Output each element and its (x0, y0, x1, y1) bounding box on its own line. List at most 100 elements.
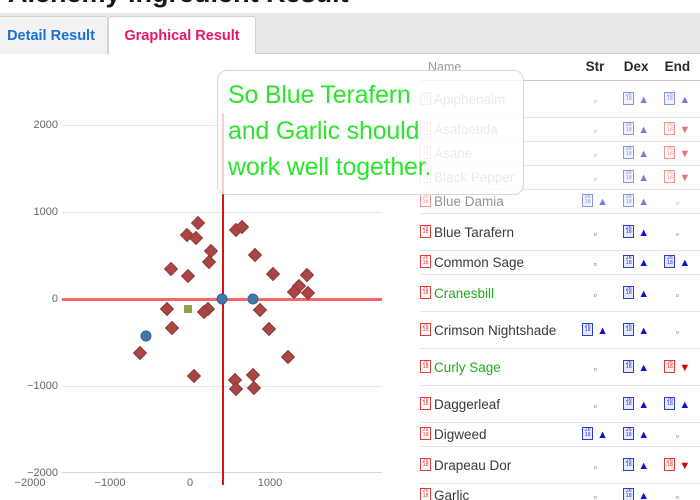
chart-point-herb[interactable] (246, 380, 262, 395)
stat-glyph-box-icon: 26 18 (623, 122, 635, 135)
chart-point-herb[interactable] (247, 247, 262, 262)
stat-glyph-box-icon: 26 18 (623, 359, 635, 373)
chart-point-herb[interactable] (299, 267, 314, 282)
ingredient-name-label: Blue Tarafern (434, 224, 515, 240)
chart-point-herb[interactable] (133, 345, 148, 361)
stat-down-arrow-icon: ▼ (679, 172, 691, 184)
tab-graphical-result[interactable]: Graphical Result (108, 16, 256, 54)
chart-point-herb[interactable] (180, 268, 195, 283)
table-row[interactable]: 2618Cranesbill▫2618▲▫2618▼ (420, 274, 700, 312)
ingredient-icon: 26 18 (420, 91, 431, 105)
ingredient-name-cell[interactable]: 26 18 Drapeau Dor (420, 446, 575, 484)
table-row[interactable]: 2618Curly Sage▫2618▲2618▼2618▼ (420, 348, 700, 386)
stat-cell: 2618▼ (656, 165, 698, 190)
graphical-result-chart[interactable]: 200010000−1000−2000−2000−100001000 Plain… (0, 55, 420, 500)
stat-up-arrow-icon: ▲ (638, 196, 650, 208)
ingredient-name-cell[interactable]: 26 18 Garlic (420, 483, 575, 500)
stat-cell: 2618▲ (615, 165, 657, 190)
stat-cell: ▫ (574, 446, 616, 484)
chart-point-herb[interactable] (190, 216, 206, 231)
ingredient-name-cell[interactable]: 26 18 Asafoetida (420, 117, 575, 142)
table-row[interactable]: 2618Garlic▫2618▲▫▫ (420, 483, 700, 500)
stat-glyph-box-icon: 26 18 (623, 91, 635, 105)
stat-glyph-box-icon: 26 18 (623, 255, 635, 268)
table-row[interactable]: 2618Drapeau Dor▫2618▲2618▼2618▼ (420, 446, 700, 484)
chart-point-plain[interactable] (216, 293, 228, 305)
ingredient-icon: 26 18 (420, 322, 431, 336)
stat-glyph-box-icon: 26 18 (623, 146, 635, 159)
chart-plot-area[interactable]: 2000 1000 0 −1000 −2000 −2000 −1000 0 1000 (15, 113, 382, 489)
chart-point-special[interactable] (183, 304, 192, 313)
x-axis-tick-label: 1000 (257, 477, 283, 489)
table-row[interactable]: 2618Digweed2618▲2618▲▫▫ (420, 422, 700, 447)
ingredient-name-cell[interactable]: 26 18 Common Sage (420, 250, 575, 275)
chart-point-herb[interactable] (229, 382, 244, 397)
stat-cell: ▫ (656, 422, 698, 447)
tab-detail-result[interactable]: Detail Result (0, 16, 108, 54)
ingredient-icon: 26 18 (420, 194, 431, 207)
ingredient-name-cell[interactable]: 26 18 Asane (420, 141, 575, 166)
table-row[interactable]: 2618Blue Tarafern▫2618▲▫2618▲ (420, 213, 700, 251)
chart-point-herb[interactable] (202, 254, 217, 269)
stat-cell: 2618▲ (615, 348, 657, 386)
ingredient-name-cell[interactable]: 26 18 Black Pepper (420, 165, 575, 190)
column-header-dex[interactable]: Dex (615, 55, 657, 81)
chart-point-herb[interactable] (159, 301, 174, 316)
ingredient-name-label: Asane (434, 146, 473, 161)
stat-cell: 2618▲ (656, 80, 698, 118)
ingredient-icon: 26 18 (420, 122, 431, 135)
chart-point-plain[interactable] (247, 293, 259, 305)
ingredient-name-cell[interactable]: 26 18 Crimson Nightshade (420, 311, 575, 349)
column-header-str[interactable]: Str (574, 55, 616, 81)
result-table-panel[interactable]: Name Str Dex End 26 18 Apiphenalm ▫ 26 18 ▲ 26 1… (420, 55, 700, 500)
stat-neutral-icon: ▫ (675, 326, 679, 337)
ingredient-icon: 26 18 (420, 359, 431, 373)
ingredient-name-cell[interactable]: 26 18 Cranesbill (420, 274, 575, 312)
stat-glyph-box-icon: 26 18 (623, 457, 635, 471)
ingredient-name-label: Digweed (434, 427, 487, 442)
ingredient-name-cell[interactable]: 26 18 Daggerleaf (420, 385, 575, 423)
chart-point-herb[interactable] (246, 367, 261, 382)
stat-down-arrow-icon: ▼ (679, 124, 691, 136)
table-row[interactable]: 2618Common Sage▫2618▲2618▲▫ (420, 250, 700, 275)
stat-cell: ▫ (656, 189, 698, 214)
column-header-name[interactable]: Name (420, 55, 575, 81)
chart-point-herb[interactable] (266, 266, 281, 281)
chart-point-plain[interactable] (140, 330, 152, 342)
y-axis-tick-label: −1000 (27, 380, 58, 392)
chart-point-herb[interactable] (186, 369, 202, 384)
table-row[interactable]: 2618Asane▫2618▲2618▼▫ (420, 141, 700, 166)
table-row[interactable]: 2618Daggerleaf▫2618▲2618▲2618▲ (420, 385, 700, 423)
column-header-end[interactable]: End (656, 55, 698, 81)
ingredient-icon: 26 18 (420, 146, 431, 159)
ingredient-name-cell[interactable]: 26 18 Blue Tarafern (420, 213, 575, 251)
stat-cell: 2618▲ (615, 250, 657, 275)
ingredient-name-cell[interactable]: 26 18 Apiphenalm (420, 80, 575, 118)
ingredient-name-cell[interactable]: 26 18 Blue Damia (420, 189, 575, 214)
stat-up-arrow-icon: ▲ (638, 459, 650, 472)
stat-cell: 2618▲ (615, 385, 657, 423)
table-row[interactable]: 2618Asafoetida▫2618▲2618▼▫ (420, 117, 700, 142)
stat-cell: 2618▲ (615, 189, 657, 214)
ingredient-name-cell[interactable]: 26 18 Digweed (420, 422, 575, 447)
table-row[interactable]: 2618Crimson Nightshade2618▲2618▲▫2618▼ (420, 311, 700, 349)
ingredient-name-cell[interactable]: 26 18 Curly Sage (420, 348, 575, 386)
ingredient-icon: 26 18 (420, 427, 431, 440)
chart-point-herb[interactable] (262, 321, 277, 336)
stat-neutral-icon: ▫ (593, 95, 597, 106)
table-row[interactable]: 2618Blue Damia2618▲2618▲▫▫ (420, 189, 700, 214)
stat-cell: ▫ (656, 213, 698, 251)
table-row[interactable]: 2618Apiphenalm▫2618▲2618▲2618▼ (420, 80, 700, 118)
ingredient-icon: 26 18 (420, 170, 431, 183)
table-row[interactable]: 2618Black Pepper▫2618▲2618▼▫ (420, 165, 700, 190)
stat-cell: 2618▲ (615, 446, 657, 484)
chart-point-herb[interactable] (281, 350, 296, 365)
chart-point-herb[interactable] (163, 262, 178, 277)
chart-point-herb[interactable] (253, 303, 268, 318)
stat-up-arrow-icon: ▲ (638, 398, 650, 411)
stat-glyph-box-icon: 26 18 (664, 146, 676, 159)
table-header-row: Name Str Dex End (420, 55, 700, 81)
chart-point-herb[interactable] (164, 320, 179, 335)
stat-cell: 2618▲ (656, 385, 698, 423)
stat-up-arrow-icon: ▲ (638, 172, 650, 184)
